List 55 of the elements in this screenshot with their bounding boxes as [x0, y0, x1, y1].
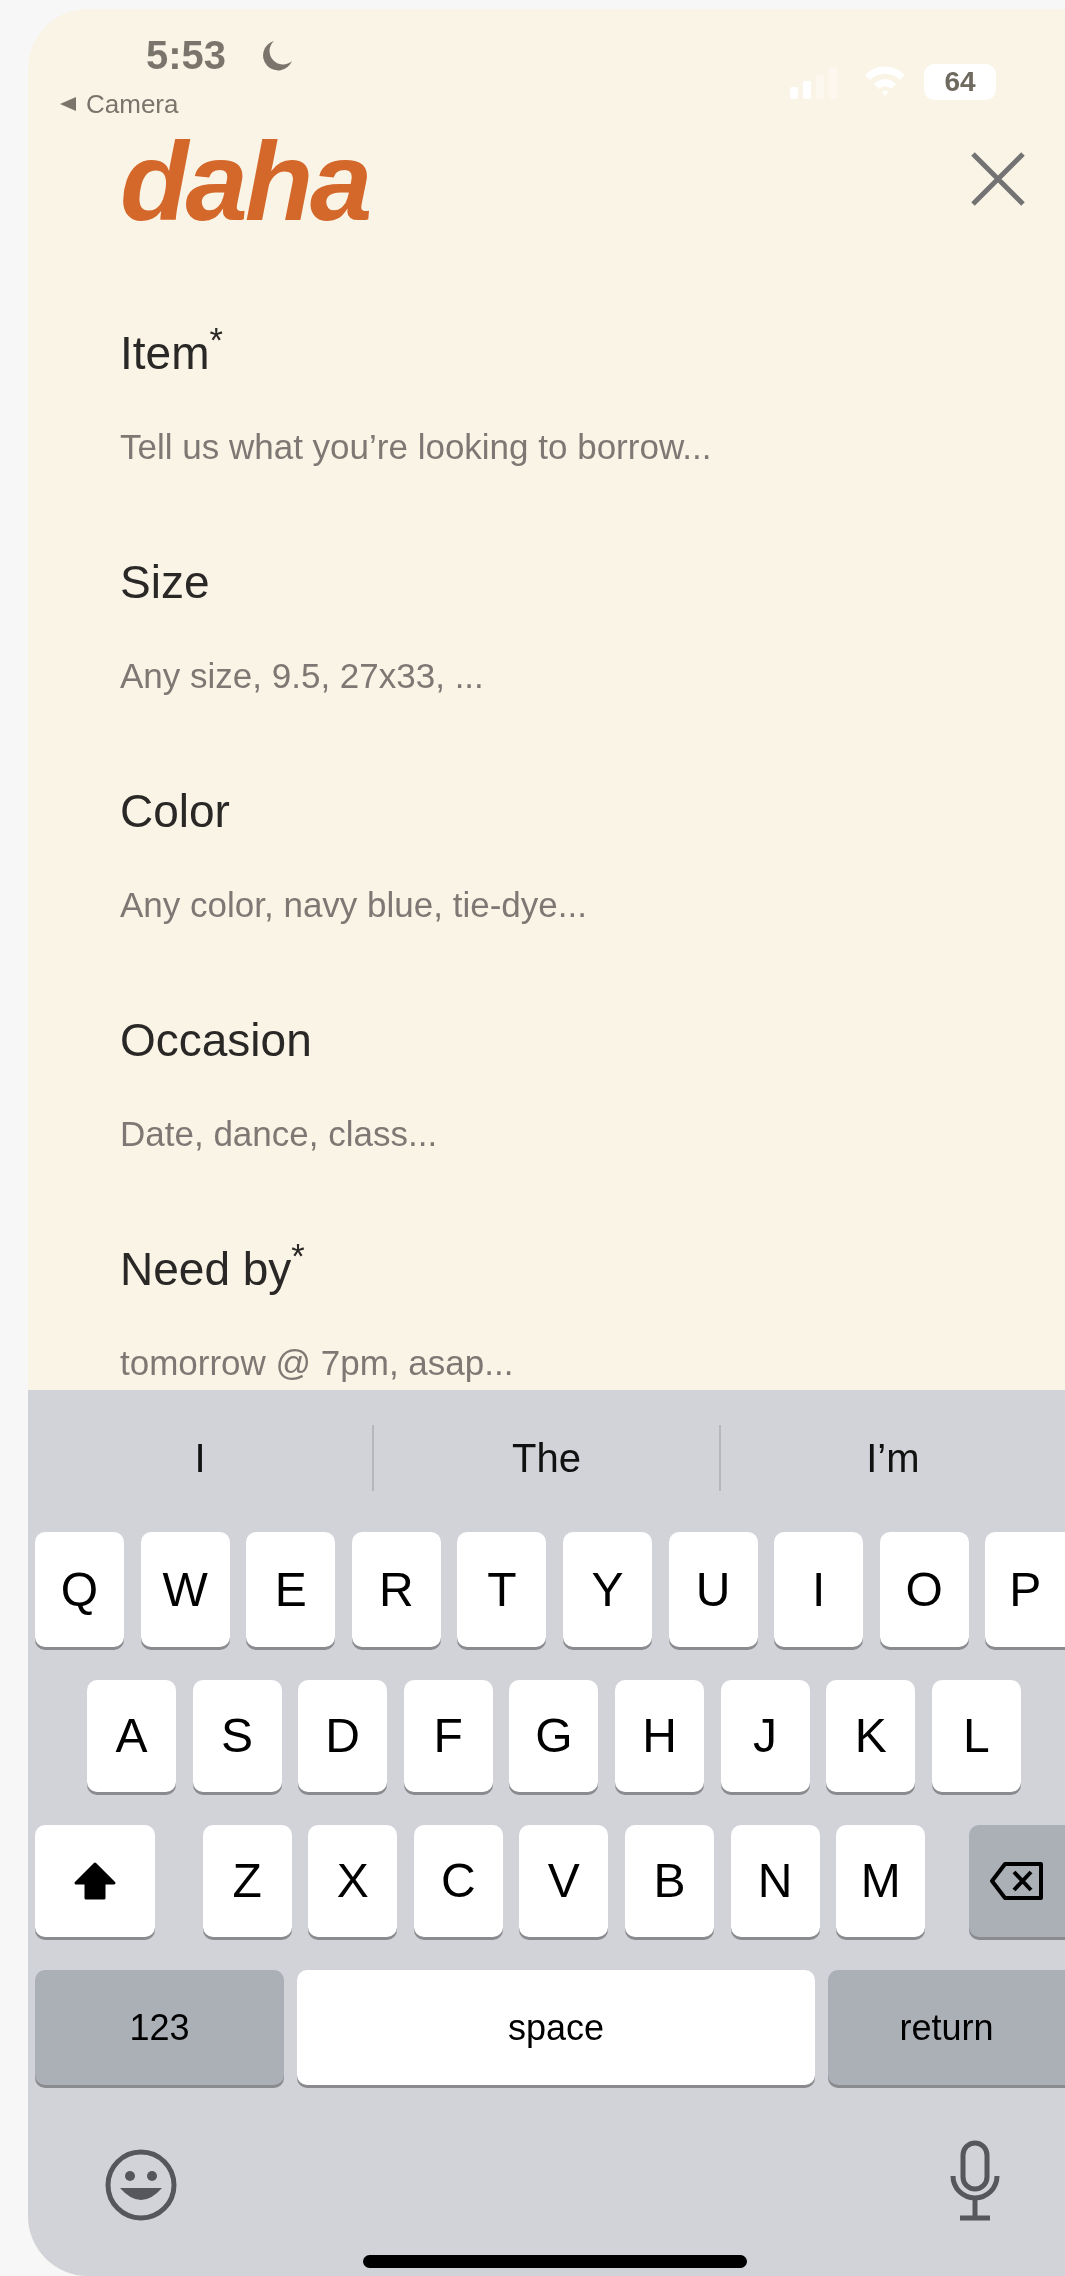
microphone-icon[interactable]: [948, 2140, 1002, 2224]
suggestion[interactable]: The: [512, 1435, 581, 1481]
moon-icon: [260, 39, 294, 73]
letter-key[interactable]: D: [298, 1680, 388, 1792]
letter-key[interactable]: I: [774, 1532, 864, 1647]
shift-key[interactable]: [35, 1825, 155, 1937]
back-link[interactable]: Camera: [58, 89, 179, 119]
letter-key[interactable]: E: [246, 1532, 336, 1647]
letter-key[interactable]: Z: [202, 1825, 292, 1937]
space-key[interactable]: space: [297, 1970, 815, 2085]
field-label: Size: [120, 555, 210, 610]
suggestion[interactable]: I: [194, 1435, 206, 1481]
letter-key[interactable]: B: [624, 1825, 714, 1937]
input-field[interactable]: Tell us what you’re looking to borrow...: [120, 421, 1000, 473]
numbers-key[interactable]: 123: [35, 1970, 284, 2085]
letter-key[interactable]: O: [879, 1532, 969, 1647]
emoji-icon[interactable]: [104, 2148, 178, 2222]
field-label: Occasion: [120, 1013, 312, 1068]
battery-icon: 64: [924, 64, 996, 100]
back-triangle-icon: [58, 95, 78, 113]
letter-key[interactable]: A: [87, 1680, 176, 1792]
letter-key[interactable]: W: [140, 1532, 230, 1647]
return-key[interactable]: return: [828, 1970, 1065, 2085]
logo: daha: [120, 127, 370, 237]
letter-key[interactable]: H: [614, 1680, 704, 1792]
letter-key[interactable]: V: [519, 1825, 609, 1937]
input-field[interactable]: Any color, navy blue, tie-dye...: [120, 879, 1000, 931]
letter-key[interactable]: M: [836, 1825, 926, 1937]
letter-key[interactable]: C: [413, 1825, 503, 1937]
shift-arrow-icon: [73, 1861, 117, 1901]
close-icon: [970, 151, 1026, 207]
letter-key[interactable]: Y: [562, 1532, 652, 1647]
field-label: Color: [120, 784, 230, 839]
letter-key[interactable]: G: [509, 1680, 599, 1792]
letter-key[interactable]: S: [192, 1680, 282, 1792]
letter-key[interactable]: Q: [35, 1532, 124, 1647]
letter-key[interactable]: X: [308, 1825, 398, 1937]
input-field[interactable]: Any size, 9.5, 27x33, ...: [120, 650, 1000, 702]
suggestion[interactable]: I’m: [866, 1435, 920, 1481]
letter-key[interactable]: U: [668, 1532, 758, 1647]
field-label: Need by$^{*}$: [120, 1241, 305, 1297]
field-label: Item$^{*}$: [120, 325, 223, 381]
backspace-icon: [988, 1861, 1045, 1901]
letter-key[interactable]: T: [457, 1532, 547, 1647]
letter-key[interactable]: F: [403, 1680, 493, 1792]
letter-key[interactable]: J: [720, 1680, 810, 1792]
letter-key[interactable]: L: [931, 1680, 1021, 1792]
letter-key[interactable]: K: [826, 1680, 916, 1792]
letter-key[interactable]: P: [985, 1532, 1065, 1647]
letter-key[interactable]: N: [730, 1825, 820, 1937]
backspace-key[interactable]: [968, 1825, 1065, 1937]
status-time: 5:53: [146, 33, 227, 77]
input-field[interactable]: Date, dance, class...: [120, 1108, 1000, 1160]
input-field[interactable]: tomorrow @ 7pm, asap...: [120, 1337, 1000, 1389]
letter-key[interactable]: R: [351, 1532, 441, 1647]
